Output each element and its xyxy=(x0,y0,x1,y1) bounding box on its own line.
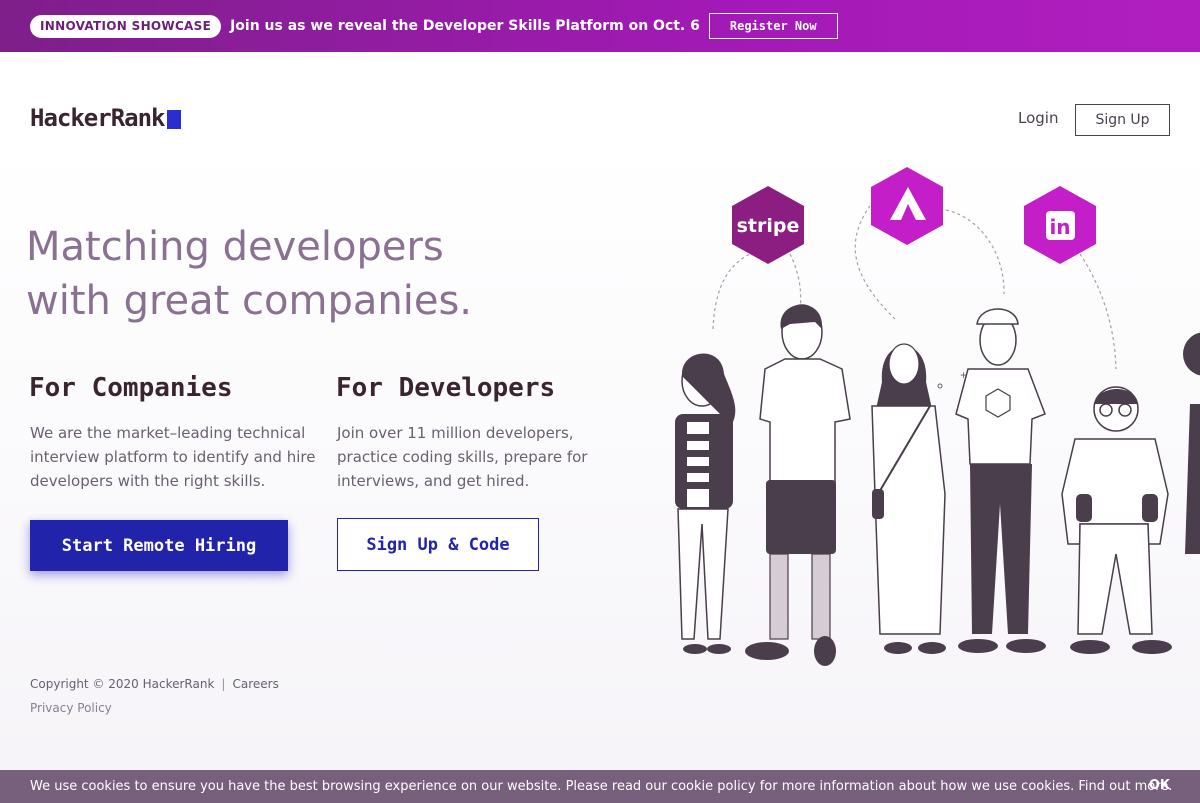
login-link[interactable]: Login xyxy=(1018,109,1058,127)
developers-title: For Developers xyxy=(336,373,556,403)
person-illustration-2 xyxy=(745,304,851,666)
start-remote-hiring-button[interactable]: Start Remote Hiring xyxy=(30,520,288,571)
developers-illustration: stripe in + xyxy=(675,167,1200,666)
person-illustration-4: + xyxy=(937,308,1046,653)
promo-text: Join us as we reveal the Developer Skill… xyxy=(230,18,700,34)
svg-text:+: + xyxy=(960,368,967,382)
register-now-button[interactable]: Register Now xyxy=(708,13,838,39)
cookie-message: We use cookies to ensure you have the be… xyxy=(30,779,1173,794)
headline-line-2: with great companies. xyxy=(26,278,473,324)
sign-up-and-code-button[interactable]: Sign Up & Code xyxy=(337,518,539,571)
signup-button[interactable]: Sign Up xyxy=(1075,104,1170,136)
linkedin-logo-icon: in xyxy=(1024,186,1096,264)
copyright-text: Copyright © 2020 HackerRank xyxy=(30,677,215,691)
cookie-ok-button[interactable]: OK xyxy=(1149,778,1170,793)
developers-description: Join over 11 million developers, practic… xyxy=(337,424,588,490)
companies-description: We are the market–leading technical inte… xyxy=(30,424,316,490)
linkedin-logo-text: in xyxy=(1049,215,1070,239)
cookie-bar: We use cookies to ensure you have the be… xyxy=(0,770,1200,803)
headline-line-1: Matching developers xyxy=(26,224,444,270)
person-illustration-1 xyxy=(675,353,736,654)
privacy-policy-link[interactable]: Privacy Policy xyxy=(30,701,112,715)
footer-copyright-row: Copyright © 2020 HackerRank | Careers xyxy=(30,677,279,691)
logo-block-icon xyxy=(166,109,181,129)
page-title: Matching developers with great companies… xyxy=(26,220,586,328)
promo-banner: INNOVATION SHOWCASE Join us as we reveal… xyxy=(0,0,1200,52)
promo-badge: INNOVATION SHOWCASE xyxy=(30,14,222,38)
footer-separator: | xyxy=(221,677,226,691)
person-illustration-3 xyxy=(871,343,946,654)
hackerrank-logo[interactable]: HackerRank xyxy=(30,104,181,132)
person-illustration-6 xyxy=(1183,332,1200,554)
atlassian-logo-icon xyxy=(871,167,943,245)
stripe-logo-text: stripe xyxy=(737,215,800,237)
footer-privacy-row: Privacy Policy xyxy=(30,701,112,715)
companies-title: For Companies xyxy=(29,373,233,403)
site-header: HackerRank Login Sign Up xyxy=(0,52,1200,144)
stripe-logo-icon: stripe xyxy=(732,186,804,264)
logo-text: HackerRank xyxy=(30,104,165,132)
careers-link[interactable]: Careers xyxy=(232,677,278,691)
person-illustration-5 xyxy=(1061,386,1172,654)
main-hero: Matching developers with great companies… xyxy=(0,144,1200,770)
